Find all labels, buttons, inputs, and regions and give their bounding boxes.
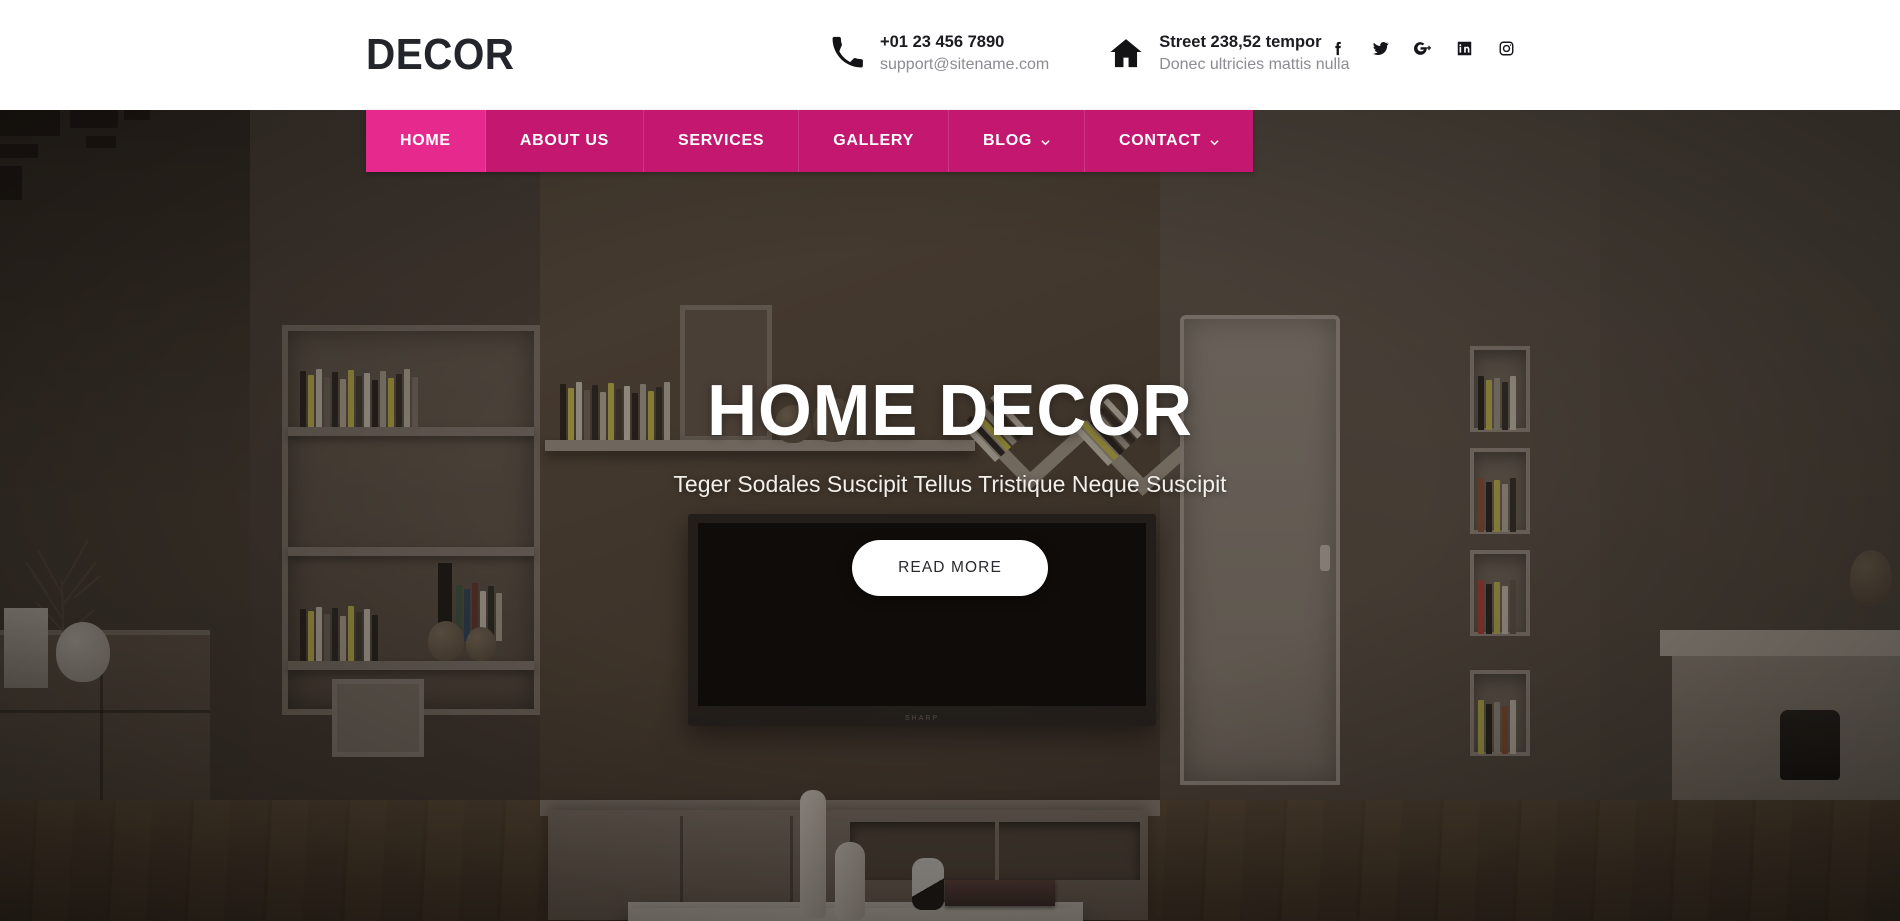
- header-address-block[interactable]: Street 238,52 tempor Donec ultricies mat…: [1109, 32, 1350, 75]
- hero-content: HOME DECOR Teger Sodales Suscipit Tellus…: [0, 110, 1900, 921]
- chevron-down-icon: [1041, 138, 1050, 147]
- google-plus-icon[interactable]: [1414, 40, 1431, 57]
- hero-title: HOME DECOR: [707, 371, 1193, 451]
- social-links: [1330, 40, 1515, 57]
- instagram-icon[interactable]: [1498, 40, 1515, 57]
- nav-item-label: BLOG: [982, 132, 1032, 149]
- hero-subtitle: Teger Sodales Suscipit Tellus Tristique …: [673, 471, 1227, 497]
- address-sub: Donec ultricies mattis nulla: [1159, 55, 1350, 73]
- read-more-button[interactable]: READ MORE: [852, 540, 1048, 596]
- phone-number: +01 23 456 7890: [880, 33, 1005, 51]
- linkedin-icon[interactable]: [1456, 40, 1473, 57]
- primary-navigation: HOME ABOUT US SERVICES GALLERY BLOG CONTACT: [366, 110, 1253, 172]
- nav-item-label: GALLERY: [833, 132, 914, 149]
- nav-item-about-us[interactable]: ABOUT US: [486, 110, 644, 172]
- header-address-text: Street 238,52 tempor Donec ultricies mat…: [1159, 32, 1349, 75]
- nav-item-services[interactable]: SERVICES: [644, 110, 800, 172]
- address-street: Street 238,52 tempor: [1159, 33, 1322, 51]
- nav-item-label: HOME: [400, 132, 451, 149]
- header-phone-block[interactable]: +01 23 456 7890 support@sitename.com: [830, 32, 1049, 75]
- support-email: support@sitename.com: [880, 55, 1050, 73]
- header-phone-text: +01 23 456 7890 support@sitename.com: [880, 32, 1049, 75]
- nav-item-label: SERVICES: [677, 132, 765, 149]
- home-icon: [1109, 36, 1143, 70]
- site-header: DECOR +01 23 456 7890 support@sitename.c…: [0, 0, 1900, 110]
- phone-icon: [830, 36, 864, 70]
- chevron-down-icon: [1210, 138, 1219, 147]
- twitter-icon[interactable]: [1372, 40, 1389, 57]
- nav-item-home[interactable]: HOME: [366, 110, 486, 172]
- nav-item-blog[interactable]: BLOG: [949, 110, 1085, 172]
- nav-item-contact[interactable]: CONTACT: [1085, 110, 1253, 172]
- nav-item-label: CONTACT: [1119, 132, 1201, 149]
- site-logo[interactable]: DECOR: [366, 30, 514, 80]
- nav-item-label: ABOUT US: [519, 132, 609, 149]
- hero-section: SHARP H: [0, 110, 1900, 921]
- header-contact-group: +01 23 456 7890 support@sitename.com Str…: [830, 32, 1350, 75]
- facebook-icon[interactable]: [1330, 40, 1347, 57]
- nav-item-gallery[interactable]: GALLERY: [799, 110, 949, 172]
